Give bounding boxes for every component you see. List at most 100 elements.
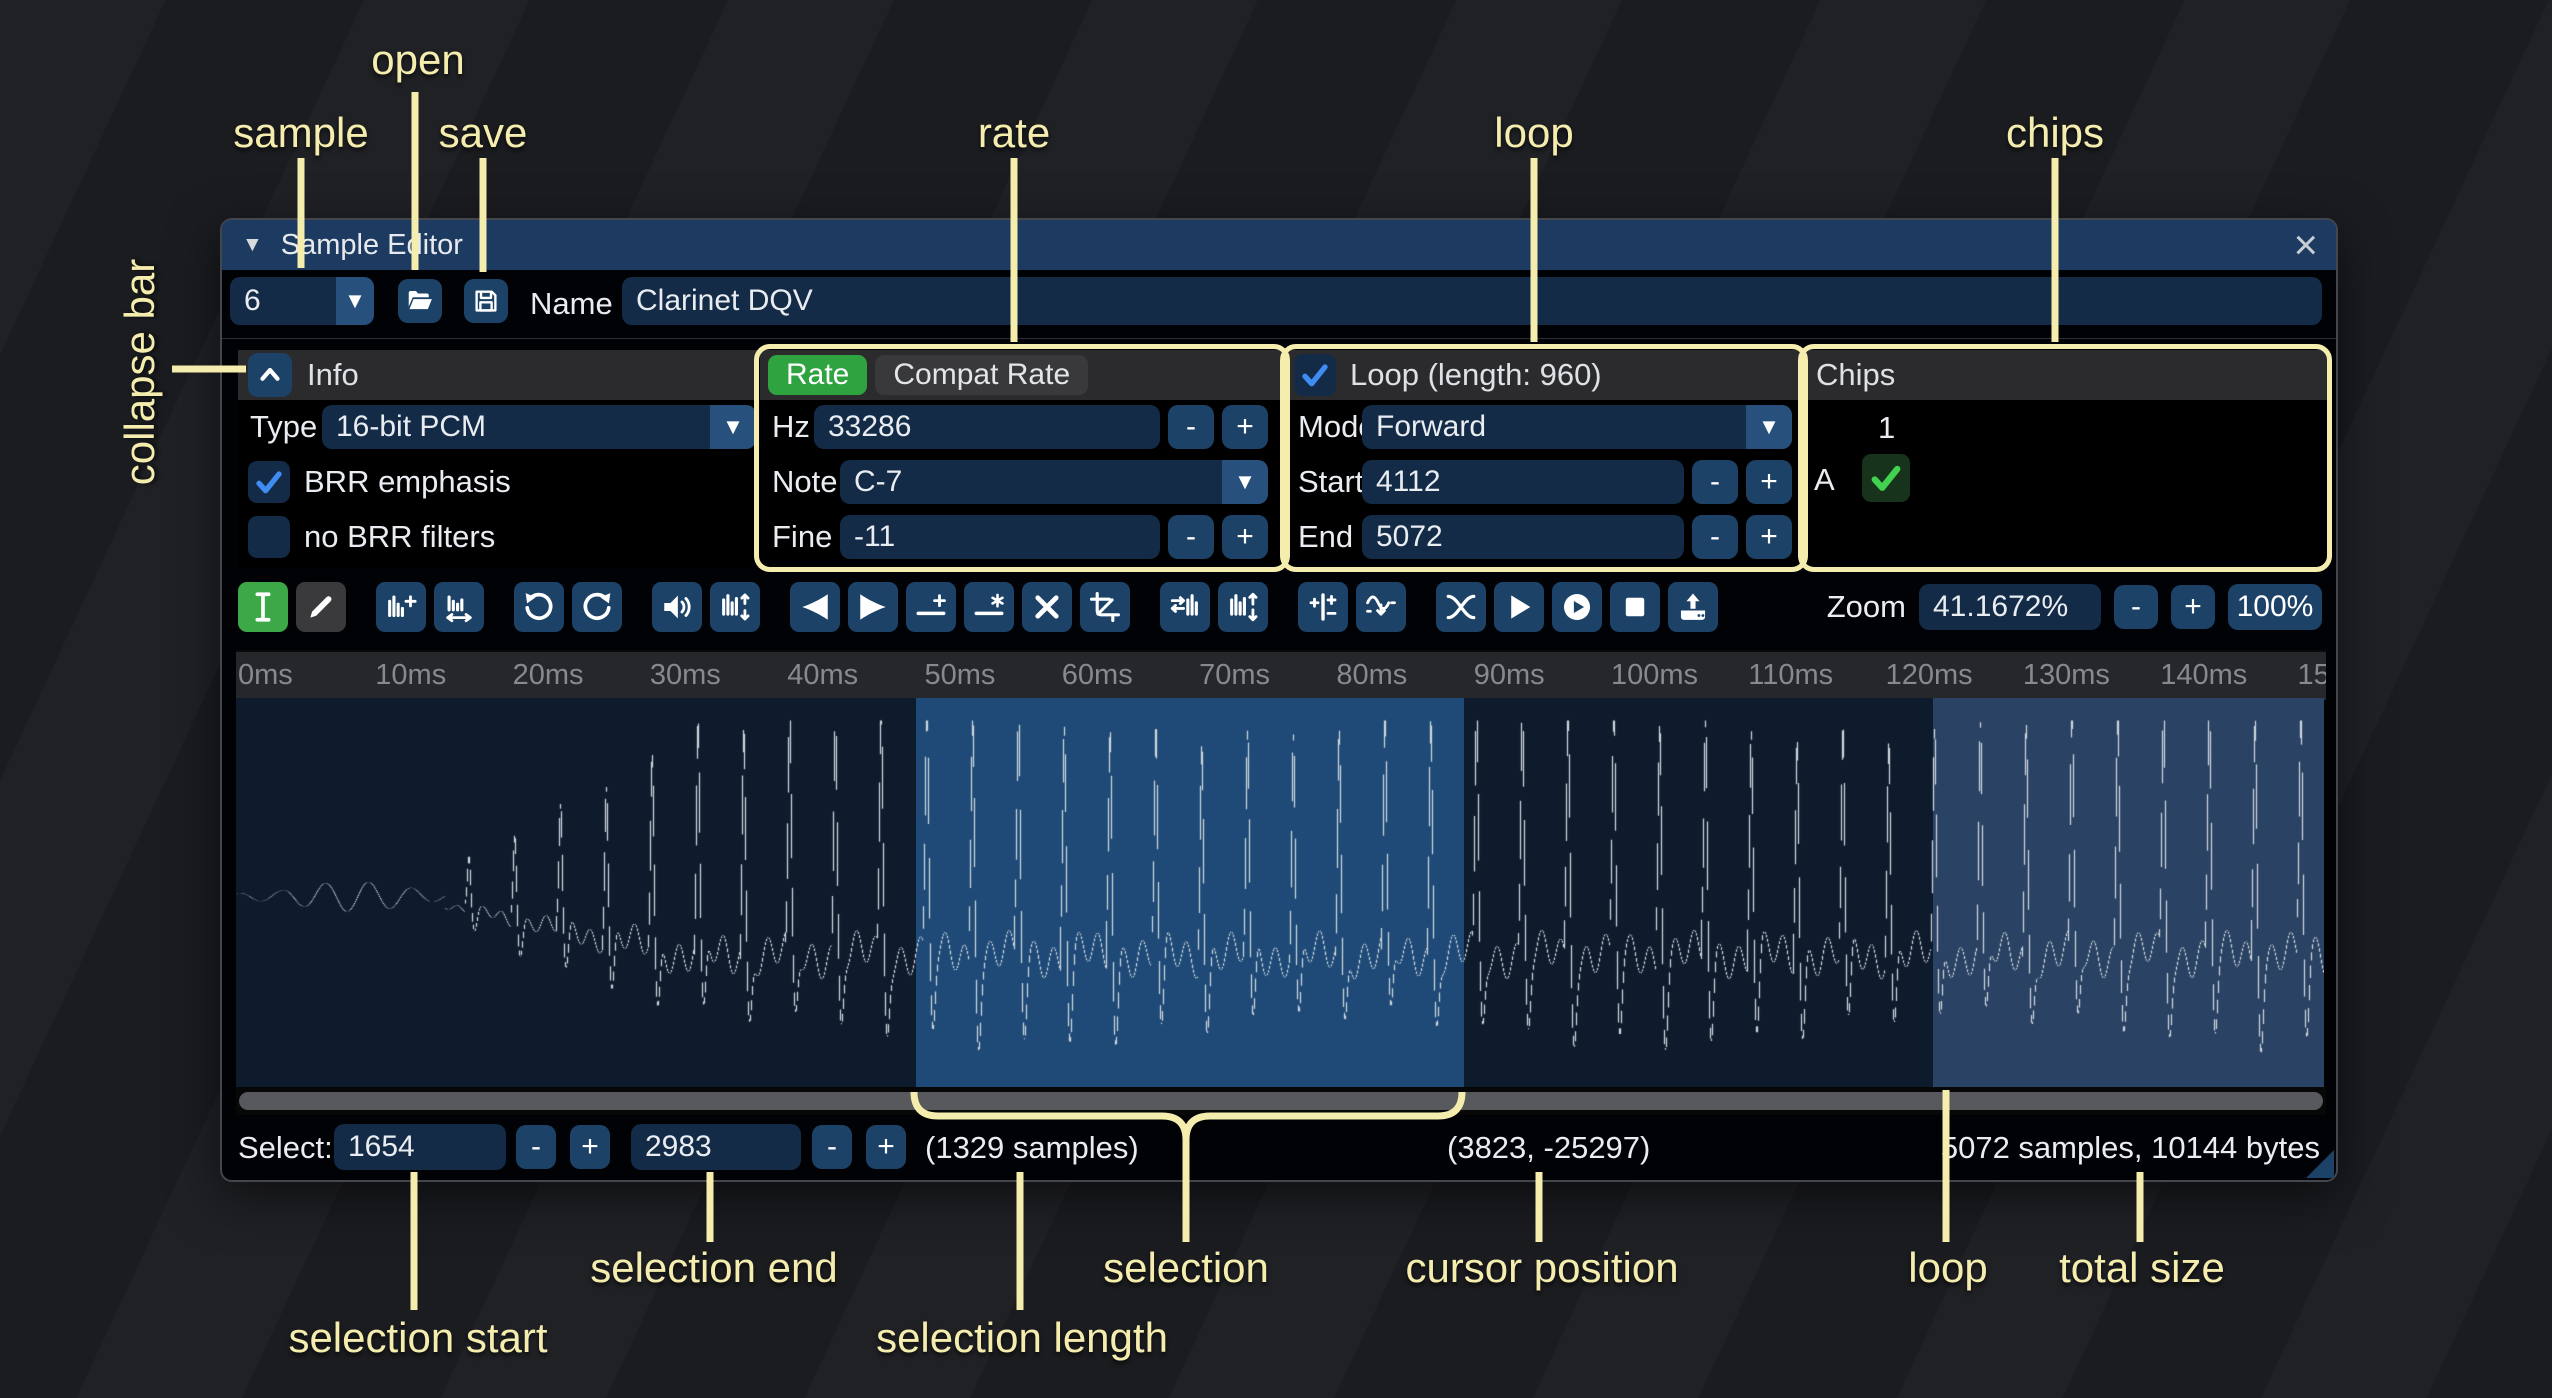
- hz-input[interactable]: 33286: [814, 405, 1160, 449]
- scrollbar-thumb[interactable]: [239, 1092, 2323, 1110]
- waveform-view[interactable]: [236, 698, 2324, 1087]
- info-panel-title: Info: [307, 357, 359, 393]
- delete-button[interactable]: [1022, 582, 1072, 632]
- amplify-icon: [660, 590, 694, 624]
- chevron-down-icon[interactable]: ▼: [336, 277, 374, 325]
- ibeam-icon: [246, 590, 280, 624]
- mode-select[interactable]: Forward ▼: [1362, 405, 1792, 449]
- check-icon: [1299, 359, 1331, 391]
- ruler-tick: 130ms: [2023, 659, 2110, 692]
- stop-preview-button[interactable]: [1610, 582, 1660, 632]
- selection-end-minus-button[interactable]: -: [812, 1125, 852, 1169]
- loop-end-plus-button[interactable]: +: [1746, 515, 1792, 559]
- ruler-tick: 140ms: [2160, 659, 2247, 692]
- fadein-icon: [798, 590, 832, 624]
- zoom-in-button[interactable]: +: [2171, 585, 2215, 629]
- zoom-input[interactable]: 41.1672%: [1919, 584, 2101, 630]
- normalize-button[interactable]: [710, 582, 760, 632]
- preview-icon: [1502, 590, 1536, 624]
- redo-button[interactable]: [572, 582, 622, 632]
- resize-button[interactable]: [376, 582, 426, 632]
- selection-start-plus-button[interactable]: +: [570, 1125, 610, 1169]
- loop-checkbox[interactable]: [1294, 354, 1336, 396]
- apply-silence-button[interactable]: [964, 582, 1014, 632]
- note-select[interactable]: C-7 ▼: [840, 460, 1268, 504]
- preview-selection-button[interactable]: [1552, 582, 1602, 632]
- sample-editor-window: ▼ Sample Editor × 6 ▼ Name Clarinet DQV: [220, 218, 2338, 1182]
- ruler-tick: 150ms: [2298, 659, 2327, 692]
- window-collapse-triangle-icon[interactable]: ▼: [242, 233, 263, 257]
- amplify-button[interactable]: [652, 582, 702, 632]
- chevron-down-icon[interactable]: ▼: [710, 405, 756, 449]
- info-panel-header: Info: [238, 350, 757, 400]
- filter-icon: [1364, 590, 1398, 624]
- no-brr-filters-row: no BRR filters: [248, 515, 495, 559]
- fade-in-button[interactable]: [790, 582, 840, 632]
- waveform-canvas[interactable]: [236, 698, 2324, 1087]
- silenceapply-icon: [972, 590, 1006, 624]
- chevron-down-icon[interactable]: ▼: [1746, 405, 1792, 449]
- loop-end-input[interactable]: 5072: [1362, 515, 1684, 559]
- import-button[interactable]: [1668, 582, 1718, 632]
- reverse-button[interactable]: [1160, 582, 1210, 632]
- loop-end-label: End: [1298, 519, 1353, 555]
- loop-start-input[interactable]: 4112: [1362, 460, 1684, 504]
- import-icon: [1676, 590, 1710, 624]
- save-button[interactable]: [464, 279, 508, 323]
- crossfade-icon: [1444, 590, 1478, 624]
- fine-plus-button[interactable]: +: [1222, 515, 1268, 559]
- loop-start-plus-button[interactable]: +: [1746, 460, 1792, 504]
- preview-button[interactable]: [1494, 582, 1544, 632]
- fine-minus-button[interactable]: -: [1168, 515, 1214, 559]
- selection-end-input[interactable]: 2983: [631, 1124, 801, 1170]
- sample-selector[interactable]: 6 ▼: [230, 277, 374, 325]
- selection-start-minus-button[interactable]: -: [516, 1125, 556, 1169]
- fade-out-button[interactable]: [848, 582, 898, 632]
- insert-silence-button[interactable]: [906, 582, 956, 632]
- collapse-button[interactable]: [248, 353, 292, 397]
- tab-compat-rate[interactable]: Compat Rate: [875, 355, 1088, 395]
- undo-button[interactable]: [514, 582, 564, 632]
- edit-mode-draw-button[interactable]: [296, 582, 346, 632]
- zoom-reset-button[interactable]: 100%: [2228, 584, 2322, 630]
- resample-button[interactable]: [434, 582, 484, 632]
- loop-end-minus-button[interactable]: -: [1692, 515, 1738, 559]
- title-bar[interactable]: ▼ Sample Editor ×: [222, 220, 2336, 270]
- resize-grip[interactable]: [2306, 1150, 2334, 1178]
- open-button[interactable]: [398, 279, 442, 323]
- chips-row-label: A: [1814, 462, 1835, 498]
- signed-unsigned-button[interactable]: [1298, 582, 1348, 632]
- chip-enable-checkbox[interactable]: [1862, 454, 1910, 502]
- name-input[interactable]: Clarinet DQV: [622, 277, 2322, 325]
- apply-filter-button[interactable]: [1356, 582, 1406, 632]
- zoom-out-button[interactable]: -: [2114, 585, 2158, 629]
- edit-mode-select-button[interactable]: [238, 582, 288, 632]
- invert-button[interactable]: [1218, 582, 1268, 632]
- selection-end-plus-button[interactable]: +: [866, 1125, 906, 1169]
- fine-input[interactable]: -11: [840, 515, 1160, 559]
- chips-column-header: 1: [1878, 410, 1895, 446]
- tab-rate[interactable]: Rate: [768, 355, 867, 395]
- type-select[interactable]: 16-bit PCM ▼: [322, 405, 756, 449]
- callout-selection-length: selection length: [876, 1314, 1168, 1362]
- type-label: Type: [250, 409, 317, 445]
- waveform-scrollbar[interactable]: [236, 1087, 2326, 1115]
- trim-button[interactable]: [1080, 582, 1130, 632]
- hz-plus-button[interactable]: +: [1222, 405, 1268, 449]
- loop-start-minus-button[interactable]: -: [1692, 460, 1738, 504]
- status-row: Select: 1654 - + 2983 - + (1329 samples)…: [222, 1115, 2336, 1180]
- ruler-tick: 40ms: [787, 659, 858, 692]
- no-brr-filters-checkbox[interactable]: [248, 516, 290, 558]
- loop-panel-title: Loop (length: 960): [1350, 357, 1602, 393]
- hz-minus-button[interactable]: -: [1168, 405, 1214, 449]
- crossfade-button[interactable]: [1436, 582, 1486, 632]
- time-ruler[interactable]: 0ms10ms20ms30ms40ms50ms60ms70ms80ms90ms1…: [236, 650, 2326, 700]
- callout-collapse-bar: collapse bar: [116, 259, 164, 485]
- brr-emphasis-checkbox[interactable]: [248, 461, 290, 503]
- chevron-down-icon[interactable]: ▼: [1222, 460, 1268, 504]
- loop-panel: Loop (length: 960) Mode Forward ▼ Start …: [1286, 350, 1802, 567]
- close-icon[interactable]: ×: [2293, 220, 2318, 270]
- ruler-tick: 60ms: [1062, 659, 1133, 692]
- selection-start-input[interactable]: 1654: [334, 1124, 506, 1170]
- resize-icon: [384, 590, 418, 624]
